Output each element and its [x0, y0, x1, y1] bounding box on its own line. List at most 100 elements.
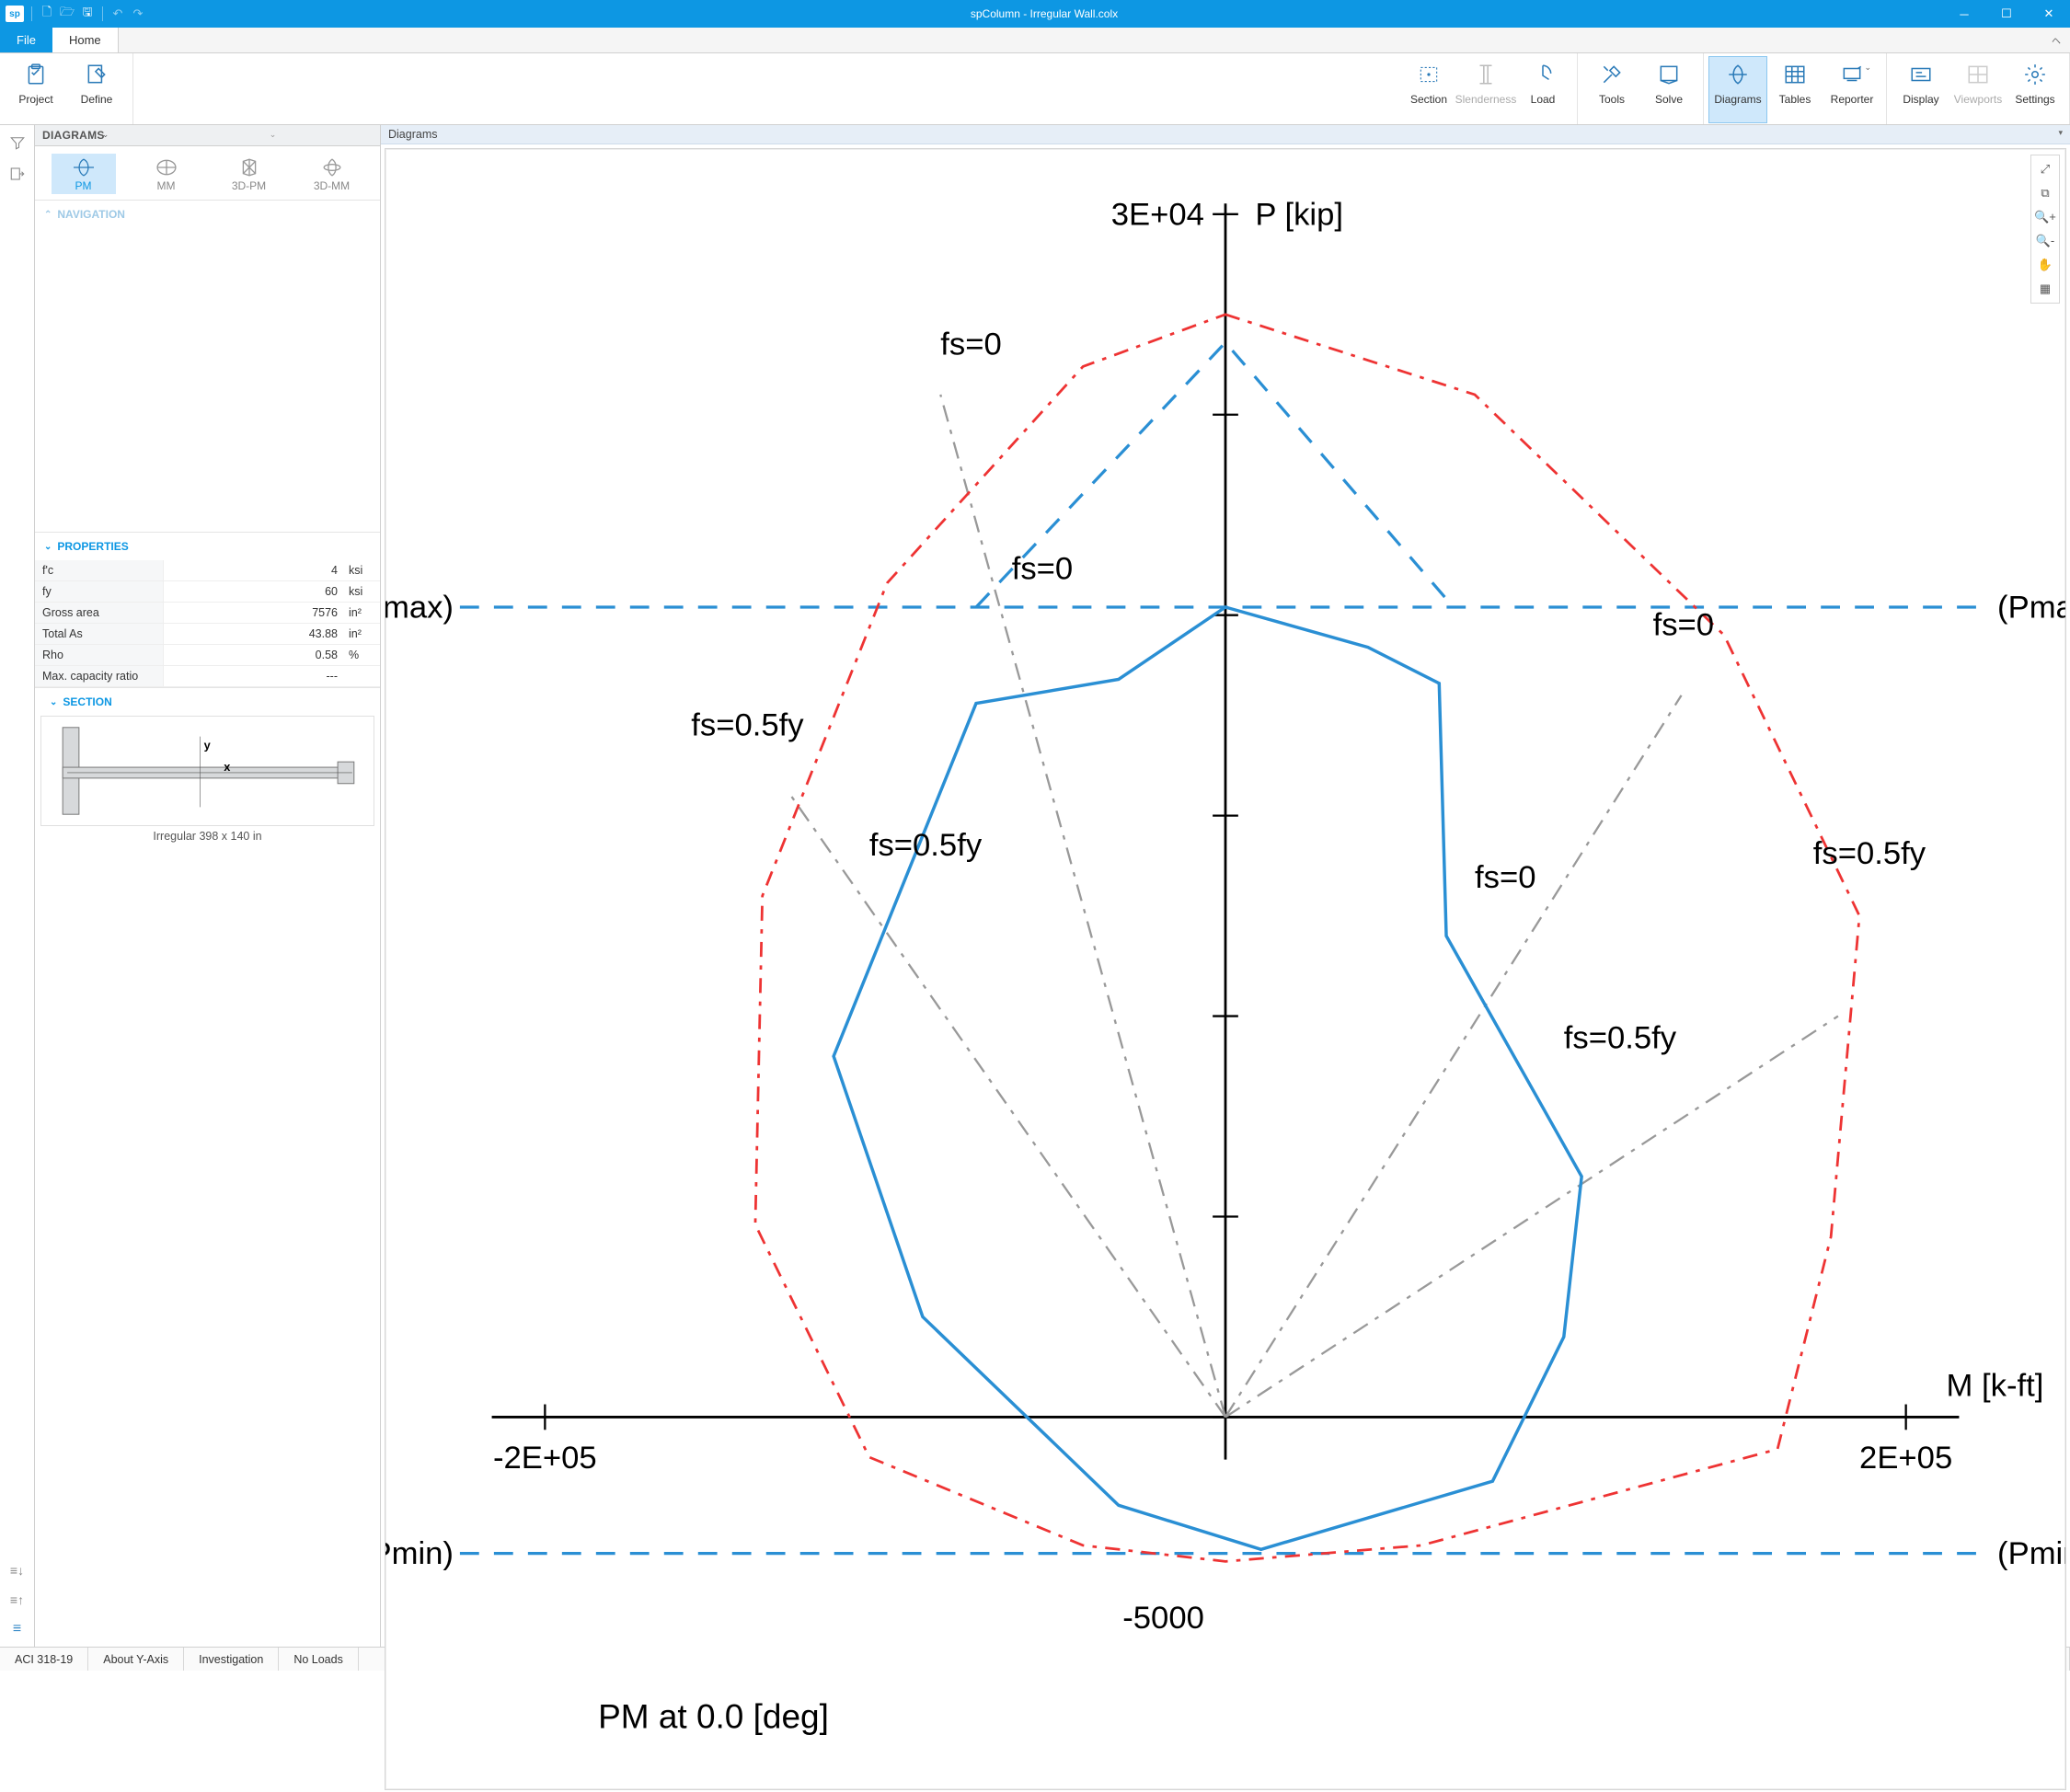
minimize-button[interactable]: ─: [1943, 0, 1985, 28]
gear-icon: [2021, 61, 2049, 88]
load-button[interactable]: Load: [1514, 57, 1571, 122]
main-area: Diagrams▾ -2E+052E+053E+04-5000P [kip]M …: [381, 125, 2070, 1647]
svg-text:fs=0.5fy: fs=0.5fy: [691, 707, 804, 742]
property-row: Total As43.88in²: [35, 624, 380, 645]
property-unit: ksi: [343, 581, 380, 602]
tables-button[interactable]: Tables: [1766, 57, 1823, 122]
svg-text:fs=0: fs=0: [940, 327, 1001, 362]
app-logo: sp: [6, 6, 24, 22]
property-value: 7576: [164, 603, 343, 623]
pencil-doc-icon: [83, 61, 110, 88]
clipboard-icon: [22, 61, 50, 88]
left-tool-strip: ≡↓ ≡↑ ≡: [0, 125, 35, 1647]
project-button[interactable]: Project: [6, 57, 66, 122]
define-button[interactable]: Define: [66, 57, 127, 122]
diagrams-panel: DIAGRAMS PM⌄ MM 3D-PM⌄ 3D-MM ⌃NAVIGATION…: [35, 125, 381, 1647]
viewport-dropdown-icon[interactable]: ▾: [2058, 128, 2063, 141]
property-value: 0.58: [164, 645, 343, 665]
svg-text:2E+05: 2E+05: [1859, 1441, 1952, 1476]
svg-text:(Pmax): (Pmax): [385, 591, 454, 626]
svg-text:fs=0: fs=0: [1012, 551, 1073, 586]
section-preview: y x: [40, 716, 374, 826]
property-unit: ksi: [343, 560, 380, 580]
export-icon[interactable]: [7, 164, 28, 184]
navigation-header[interactable]: ⌃NAVIGATION: [35, 201, 380, 228]
ribbon-collapse-icon[interactable]: ヘ: [2042, 28, 2070, 52]
property-name: Rho: [35, 645, 164, 665]
zoom-window-icon[interactable]: ⧉: [2034, 182, 2056, 204]
svg-text:(Pmin): (Pmin): [1997, 1536, 2065, 1571]
status-loads[interactable]: No Loads: [279, 1648, 359, 1671]
save-icon[interactable]: 🖫: [80, 6, 95, 21]
tables-icon: [1781, 61, 1809, 88]
new-file-icon[interactable]: 🗋: [40, 6, 54, 21]
reporter-icon: ⌄: [1838, 61, 1866, 88]
svg-text:(Pmin): (Pmin): [385, 1536, 454, 1571]
property-name: fy: [35, 581, 164, 602]
property-unit: in²: [343, 603, 380, 623]
sort-down-icon[interactable]: ≡↓: [7, 1560, 28, 1580]
svg-text:-5000: -5000: [1122, 1601, 1204, 1636]
reporter-button[interactable]: ⌄Reporter: [1823, 57, 1880, 122]
property-value: 4: [164, 560, 343, 580]
properties-header[interactable]: ⌄PROPERTIES: [35, 533, 380, 560]
svg-text:fs=0: fs=0: [1653, 607, 1714, 642]
menu-icon[interactable]: ≡: [7, 1619, 28, 1639]
viewports-button: Viewports: [1949, 57, 2007, 122]
solve-icon: [1655, 61, 1683, 88]
maximize-button[interactable]: ☐: [1985, 0, 2028, 28]
load-icon: [1529, 61, 1557, 88]
3d-pm-tab[interactable]: 3D-PM⌄: [217, 154, 282, 194]
solve-button[interactable]: Solve: [1640, 57, 1697, 122]
slenderness-icon: [1472, 61, 1500, 88]
status-mode[interactable]: Investigation: [184, 1648, 279, 1671]
chart-tool-strip: ⤢ ⧉ 🔍+ 🔍- ✋ ▦: [2030, 155, 2060, 304]
pm-interaction-diagram[interactable]: -2E+052E+053E+04-5000P [kip]M [k-ft](Pma…: [385, 148, 2066, 1790]
svg-text:fs=0.5fy: fs=0.5fy: [1813, 836, 1926, 871]
undo-icon[interactable]: ↶: [110, 6, 125, 21]
panel-title: DIAGRAMS: [35, 125, 380, 146]
zoom-in-icon[interactable]: 🔍+: [2034, 206, 2056, 228]
property-unit: %: [343, 645, 380, 665]
tools-button[interactable]: Tools: [1583, 57, 1640, 122]
grid-icon[interactable]: ▦: [2034, 278, 2056, 300]
home-tab[interactable]: Home: [52, 28, 119, 52]
section-header[interactable]: ⌄SECTION: [40, 694, 374, 716]
tools-icon: [1598, 61, 1626, 88]
property-name: Gross area: [35, 603, 164, 623]
3d-mm-tab[interactable]: 3D-MM: [300, 154, 364, 194]
file-tab[interactable]: File: [0, 28, 52, 52]
ribbon: Project Define Section Slenderness Load …: [0, 53, 2070, 125]
filter-icon[interactable]: [7, 132, 28, 153]
property-row: Gross area7576in²: [35, 603, 380, 624]
menu-tabs: File Home ヘ: [0, 28, 2070, 53]
section-button[interactable]: Section: [1400, 57, 1457, 122]
property-name: Total As: [35, 624, 164, 644]
status-code[interactable]: ACI 318-19: [0, 1648, 88, 1671]
diagrams-button[interactable]: Diagrams: [1709, 57, 1766, 122]
display-icon: [1907, 61, 1935, 88]
close-button[interactable]: ✕: [2028, 0, 2070, 28]
status-axis[interactable]: About Y-Axis: [88, 1648, 184, 1671]
zoom-out-icon[interactable]: 🔍-: [2034, 230, 2056, 252]
section-dimensions-label: Irregular 398 x 140 in: [40, 826, 374, 848]
window-title: spColumn - Irregular Wall.colx: [145, 7, 1943, 20]
display-button[interactable]: Display: [1892, 57, 1949, 122]
diagrams-icon: [1724, 61, 1752, 88]
redo-icon[interactable]: ↷: [131, 6, 145, 21]
mm-tab[interactable]: MM: [134, 154, 199, 194]
open-file-icon[interactable]: 🗁: [60, 6, 75, 21]
property-value: ---: [164, 666, 343, 686]
y-axis-label: y: [204, 738, 212, 752]
property-row: Rho0.58%: [35, 645, 380, 666]
svg-text:(Pmax): (Pmax): [1997, 591, 2065, 626]
settings-button[interactable]: Settings: [2007, 57, 2064, 122]
pm-tab[interactable]: PM⌄: [52, 154, 116, 194]
property-name: Max. capacity ratio: [35, 666, 164, 686]
svg-text:fs=0.5fy: fs=0.5fy: [1564, 1020, 1677, 1055]
pan-icon[interactable]: ✋: [2034, 254, 2056, 276]
sort-up-icon[interactable]: ≡↑: [7, 1590, 28, 1610]
svg-text:fs=0: fs=0: [1475, 860, 1535, 895]
svg-text:3E+04: 3E+04: [1111, 197, 1204, 232]
zoom-extents-icon[interactable]: ⤢: [2034, 158, 2056, 180]
